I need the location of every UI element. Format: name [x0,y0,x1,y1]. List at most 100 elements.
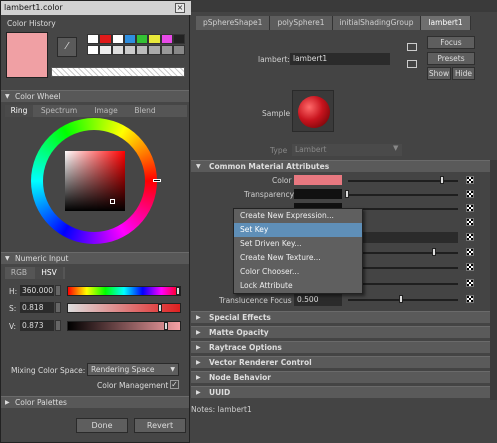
ambient-map-button[interactable] [466,204,474,212]
diffuse-slider[interactable] [360,252,458,254]
translucence-depth-map-button[interactable] [466,279,474,287]
value-slider[interactable] [67,321,181,331]
sample-swatch [292,90,334,132]
type-label: Type [270,146,288,155]
translucence-map-button[interactable] [466,263,474,271]
tab-blend[interactable]: Blend [129,105,161,117]
menu-item-set-key[interactable]: Set Key [234,223,362,237]
revert-button[interactable]: Revert [134,418,186,433]
translucence-depth-slider[interactable] [360,283,458,285]
saturation-slider-handle[interactable] [157,304,162,312]
history-swatch[interactable] [172,45,185,55]
input-connections-icon[interactable] [407,43,417,51]
tab-hsv[interactable]: HSV [35,267,63,279]
transparency-map-button[interactable] [466,190,474,198]
common-material-attributes-section[interactable]: ▼ Common Material Attributes [191,160,490,172]
value-spinner[interactable] [55,320,61,331]
vector-renderer-control-section[interactable]: ▶ Vector Renderer Control [191,356,490,368]
mixing-color-space-dropdown[interactable]: Rendering Space ▼ [87,363,179,376]
saturation-spinner[interactable] [55,302,61,313]
history-swatch[interactable] [99,34,112,44]
color-slider-handle[interactable] [440,176,444,184]
menu-item-lock-attribute[interactable]: Lock Attribute [234,279,362,293]
history-swatch[interactable] [111,45,124,55]
hue-slider-handle[interactable] [176,287,180,295]
color-map-button[interactable] [466,176,474,184]
tab-ring[interactable]: Ring [5,105,33,117]
tab-initialshadinggroup[interactable]: initialShadingGroup [332,16,422,30]
transparency-slider-handle[interactable] [345,190,349,198]
hue-slider[interactable] [67,286,181,296]
tab-image[interactable]: Image [89,105,123,117]
special-effects-section[interactable]: ▶ Special Effects [191,311,490,323]
history-swatch[interactable] [87,34,100,44]
menu-item-color-chooser[interactable]: Color Chooser... [234,265,362,279]
history-swatch[interactable] [111,34,124,44]
incandescence-map-button[interactable] [466,218,474,226]
menu-item-set-driven-key[interactable]: Set Driven Key... [234,237,362,251]
raytrace-options-section[interactable]: ▶ Raytrace Options [191,341,490,353]
history-swatch[interactable] [148,34,161,44]
ambient-slider[interactable] [348,208,458,210]
sv-marker[interactable] [110,199,115,204]
history-swatch[interactable] [123,45,136,55]
hide-button[interactable]: Hide [452,67,475,80]
tab-lambert1[interactable]: lambert1 [421,16,471,30]
transparency-swatch[interactable] [294,189,342,199]
color-wheel-section[interactable]: ▼ Color Wheel [1,90,189,102]
type-dropdown[interactable]: Lambert [292,144,402,156]
presets-button[interactable]: Presets [427,52,475,65]
tab-psphereshape1[interactable]: pSphereShape1 [196,16,271,30]
history-swatch[interactable] [87,45,100,55]
translucence-slider[interactable] [360,267,458,269]
close-icon[interactable]: × [175,3,185,13]
menu-item-create-new-texture[interactable]: Create New Texture... [234,251,362,265]
history-swatch[interactable] [172,34,185,44]
translucence-focus-slider-handle[interactable] [399,295,403,303]
uuid-section[interactable]: ▶ UUID [191,386,490,398]
translucence-focus-map-button[interactable] [466,295,474,303]
matte-opacity-section[interactable]: ▶ Matte Opacity [191,326,490,338]
saturation-field[interactable]: 0.818 [20,302,54,313]
tab-spectrum[interactable]: Spectrum [37,105,81,117]
value-slider-handle[interactable] [163,322,168,330]
attribute-context-menu: Create New Expression... Set Key Set Dri… [233,208,363,294]
bump-map-button[interactable] [466,233,474,241]
show-button[interactable]: Show [427,67,451,80]
history-swatch[interactable] [148,45,161,55]
transparency-slider[interactable] [348,194,458,196]
color-attr-swatch[interactable] [294,175,342,185]
tab-polysphere1[interactable]: polySphere1 [270,16,333,30]
hue-field[interactable]: 360.000 [20,285,54,296]
history-swatch[interactable] [136,34,149,44]
translucence-focus-slider[interactable] [348,299,458,301]
output-connections-icon[interactable] [407,60,417,68]
empty-history-swatches[interactable] [51,67,185,77]
saturation-slider[interactable] [67,303,181,313]
translucence-focus-field[interactable]: 0.500 [294,294,342,306]
history-swatch[interactable] [136,45,149,55]
hue-spinner[interactable] [55,285,61,296]
numeric-input-section[interactable]: ▼ Numeric Input [1,252,189,264]
node-name-field[interactable]: lambert1 [290,53,390,65]
diffuse-slider-handle[interactable] [432,248,436,256]
history-swatch[interactable] [123,34,136,44]
vertical-scrollbar[interactable] [490,160,497,400]
saturation-value-square[interactable] [65,151,125,211]
eyedropper-icon[interactable]: ⁄ [57,37,77,57]
color-management-checkbox[interactable]: ✓ [170,380,179,389]
history-swatch[interactable] [160,34,173,44]
focus-button[interactable]: Focus [427,36,475,49]
history-swatch[interactable] [160,45,173,55]
diffuse-map-button[interactable] [466,248,474,256]
history-swatch[interactable] [99,45,112,55]
done-button[interactable]: Done [76,418,128,433]
color-palettes-section[interactable]: ▶ Color Palettes [1,396,189,408]
node-behavior-section[interactable]: ▶ Node Behavior [191,371,490,383]
hue-ring-marker[interactable] [153,179,161,182]
menu-item-create-new-expression[interactable]: Create New Expression... [234,209,362,223]
sample-label: Sample [262,109,291,118]
value-field[interactable]: 0.873 [20,320,54,331]
tab-rgb[interactable]: RGB [5,267,33,279]
bump-mapping-field[interactable] [360,232,458,243]
